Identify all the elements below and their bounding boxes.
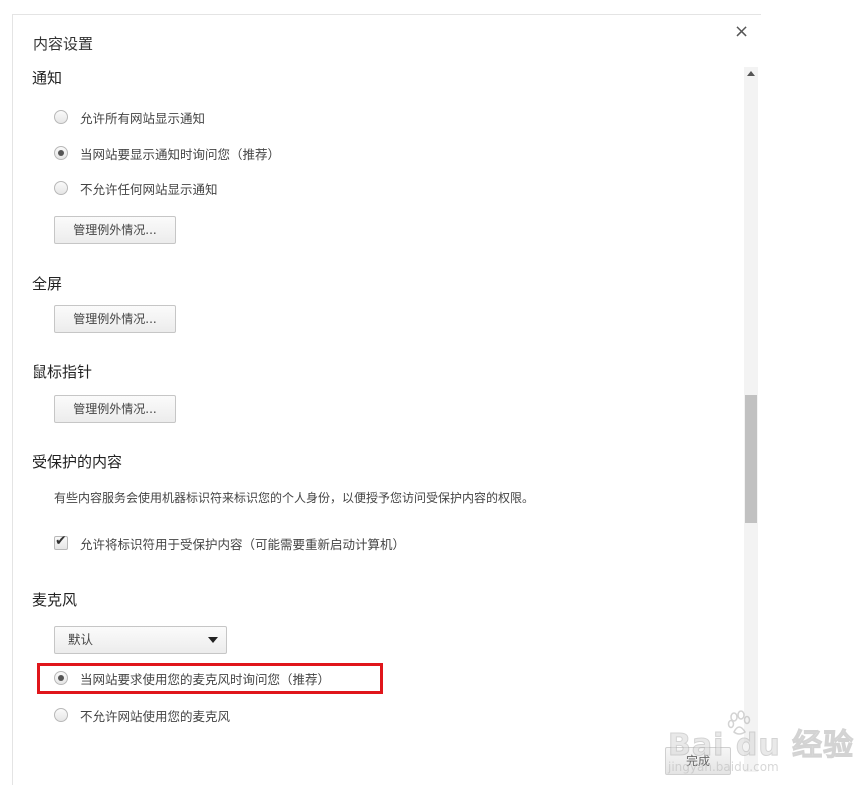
section-heading-microphone: 麦克风 <box>32 591 78 609</box>
manage-exceptions-mouse-cursor-button[interactable]: 管理例外情况... <box>54 395 176 423</box>
radio-label: 不允许任何网站显示通知 <box>80 181 218 197</box>
radio-button[interactable] <box>54 708 68 722</box>
checkbox[interactable]: ✔ <box>54 533 68 550</box>
done-button[interactable]: 完成 <box>665 747 731 775</box>
radio-label: 不允许网站使用您的麦克风 <box>80 708 231 724</box>
vertical-scrollbar[interactable] <box>744 67 758 772</box>
radio-block-microphone[interactable]: 不允许网站使用您的麦克风 <box>54 705 230 725</box>
manage-exceptions-fullscreen-button[interactable]: 管理例外情况... <box>54 305 176 333</box>
protected-content-checkbox-row[interactable]: ✔ 允许将标识符用于受保护内容（可能需要重新启动计算机） <box>54 533 405 553</box>
checkbox-label: 允许将标识符用于受保护内容（可能需要重新启动计算机） <box>80 536 406 552</box>
dialog-title: 内容设置 <box>33 35 94 53</box>
radio-label: 允许所有网站显示通知 <box>80 110 206 126</box>
radio-ask-notifications[interactable]: 当网站要显示通知时询问您（推荐） <box>54 143 280 163</box>
microphone-device-select[interactable]: 默认 <box>54 626 227 654</box>
radio-block-notifications[interactable]: 不允许任何网站显示通知 <box>54 178 218 198</box>
section-heading-mouse-cursor: 鼠标指针 <box>32 363 93 381</box>
radio-button[interactable] <box>54 110 68 124</box>
section-heading-fullscreen: 全屏 <box>32 275 63 293</box>
scroll-up-arrow-icon[interactable] <box>747 71 755 76</box>
section-heading-protected-content: 受保护的内容 <box>32 453 123 471</box>
radio-label: 当网站要显示通知时询问您（推荐） <box>80 146 281 162</box>
select-value: 默认 <box>68 632 94 647</box>
content-settings-dialog: 内容设置 × 通知 允许所有网站显示通知 当网站要显示通知时询问您（推荐） 不允… <box>12 14 761 785</box>
section-heading-notifications: 通知 <box>32 69 63 87</box>
red-highlight-box <box>37 663 383 694</box>
radio-button[interactable] <box>54 181 68 195</box>
dropdown-arrow-icon <box>208 637 218 643</box>
scrollbar-thumb[interactable] <box>745 395 757 523</box>
close-icon[interactable]: × <box>734 22 749 42</box>
manage-exceptions-notifications-button[interactable]: 管理例外情况... <box>54 216 176 244</box>
radio-allow-all-notifications[interactable]: 允许所有网站显示通知 <box>54 107 205 127</box>
protected-content-description: 有些内容服务会使用机器标识符来标识您的个人身份，以便授予您访问受保护内容的权限。 <box>54 491 535 505</box>
radio-button-selected[interactable] <box>54 146 68 160</box>
checkmark-icon: ✔ <box>55 533 67 549</box>
